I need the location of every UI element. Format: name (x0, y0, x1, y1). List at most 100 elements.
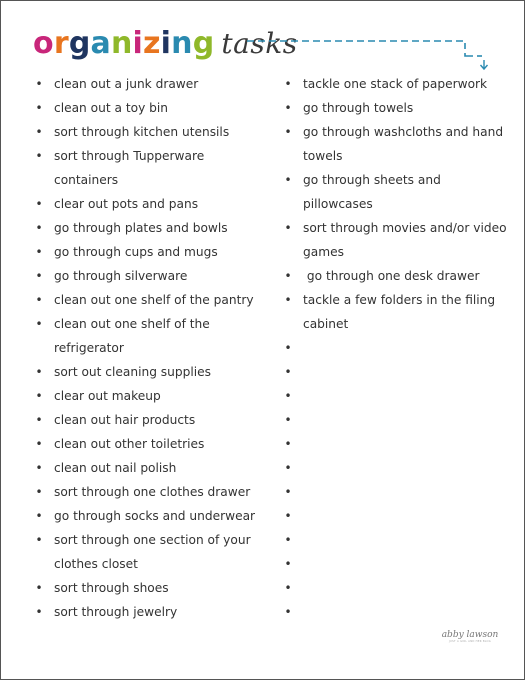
task-text: go through one desk drawer (303, 269, 480, 283)
task-item: • sort through jewelry (34, 600, 272, 624)
brand-logo: abby lawson JUST A GIRL AND HER BLOG (440, 630, 500, 660)
task-item: • go through cups and mugs (34, 240, 272, 264)
task-text: go through silverware (54, 269, 188, 283)
bullet-icon: • (284, 389, 292, 403)
bullet-icon: • (284, 341, 292, 355)
bullet-icon: • (284, 365, 292, 379)
logo-name: abby lawson (441, 630, 499, 640)
task-text: clear out makeup (54, 389, 161, 403)
task-text: sort through jewelry (54, 605, 178, 619)
task-text: clean out one shelf of the pantry (54, 293, 254, 307)
task-item: • (283, 408, 508, 432)
bullet-icon: • (35, 77, 43, 91)
task-text: sort out cleaning supplies (54, 365, 211, 379)
task-text (303, 336, 508, 360)
task-item: • sort through movies and/or video games (283, 216, 508, 264)
task-text (303, 600, 508, 624)
bullet-icon: • (284, 461, 292, 475)
bullet-icon: • (35, 125, 43, 139)
task-text (303, 552, 508, 576)
task-text: go through towels (303, 101, 414, 115)
bullet-icon: • (35, 317, 43, 331)
task-text: clean out one shelf of the refrigerator (54, 317, 214, 355)
task-item: • sort through kitchen utensils (34, 120, 272, 144)
title-letter: i (160, 26, 172, 61)
task-text (303, 432, 508, 456)
task-text (303, 408, 508, 432)
task-item: • clean out one shelf of the refrigerator (34, 312, 272, 360)
bullet-icon: • (35, 581, 43, 595)
task-item: • clear out pots and pans (34, 192, 272, 216)
title-letter: g (68, 26, 91, 61)
task-item: • go through towels (283, 96, 508, 120)
task-text (303, 480, 508, 504)
task-item: • (283, 360, 508, 384)
bullet-icon: • (284, 293, 292, 307)
task-item: • (283, 456, 508, 480)
task-text: clean out a junk drawer (54, 77, 199, 91)
bullet-icon: • (284, 485, 292, 499)
bullet-icon: • (284, 125, 292, 139)
task-item: • (283, 432, 508, 456)
task-item: • clean out one shelf of the pantry (34, 288, 272, 312)
task-item: • go through one desk drawer (283, 264, 508, 288)
title-letter: a (90, 26, 111, 61)
title-letter: n (110, 26, 133, 61)
task-item: • clean out hair products (34, 408, 272, 432)
task-text: clean out hair products (54, 413, 196, 427)
bullet-icon: • (284, 269, 292, 283)
bullet-icon: • (35, 389, 43, 403)
task-text: sort through kitchen utensils (54, 125, 230, 139)
bullet-icon: • (35, 221, 43, 235)
task-text (303, 504, 508, 528)
task-text (303, 528, 508, 552)
dashed-arrow-icon (247, 40, 489, 71)
title-letter: o (33, 26, 54, 61)
task-item: • clean out a junk drawer (34, 72, 272, 96)
title-organizing: organizing (33, 24, 214, 64)
task-item: • (283, 480, 508, 504)
bullet-icon: • (35, 461, 43, 475)
task-text: sort through one section of your clothes… (54, 533, 255, 571)
task-list-right: • tackle one stack of paperwork • go throug… (283, 72, 508, 624)
bullet-icon: • (35, 293, 43, 307)
task-item: • go through plates and bowls (34, 216, 272, 240)
bullet-icon: • (284, 533, 292, 547)
title-letter: n (171, 26, 193, 61)
task-text (303, 360, 508, 384)
title-letter: z (143, 26, 161, 61)
task-item: • (283, 528, 508, 552)
bullet-icon: • (35, 149, 43, 163)
task-item: • clean out nail polish (34, 456, 272, 480)
task-item: • go through silverware (34, 264, 272, 288)
task-text (303, 384, 508, 408)
task-text: sort through shoes (54, 581, 169, 595)
task-item: • clear out makeup (34, 384, 272, 408)
task-text (303, 456, 508, 480)
bullet-icon: • (284, 101, 292, 115)
bullet-icon: • (284, 581, 292, 595)
bullet-icon: • (284, 413, 292, 427)
task-item: • go through washcloths and hand towels (283, 120, 508, 168)
task-text: go through socks and underwear (54, 509, 256, 523)
bullet-icon: • (35, 437, 43, 451)
logo-tagline: JUST A GIRL AND HER BLOG (449, 640, 491, 643)
task-item: • (283, 600, 508, 624)
title-letter: i (132, 26, 143, 61)
task-item: • clean out a toy bin (34, 96, 272, 120)
task-text: tackle a few folders in the filing cabin… (303, 293, 499, 331)
task-text: sort through movies and/or video games (303, 221, 511, 259)
task-list-left: • clean out a junk drawer • clean out a toy… (34, 72, 272, 624)
task-text: clean out a toy bin (54, 101, 168, 115)
bullet-icon: • (284, 221, 292, 235)
task-text (303, 576, 508, 600)
task-text: go through plates and bowls (54, 221, 228, 235)
task-item: • go through socks and underwear (34, 504, 272, 528)
task-text: go through washcloths and hand towels (303, 125, 507, 163)
bullet-icon: • (284, 437, 292, 451)
task-item: • (283, 504, 508, 528)
task-text: go through sheets and pillowcases (303, 173, 445, 211)
task-text: tackle one stack of paperwork (303, 77, 488, 91)
task-text: clean out nail polish (54, 461, 177, 475)
task-item: • (283, 336, 508, 360)
